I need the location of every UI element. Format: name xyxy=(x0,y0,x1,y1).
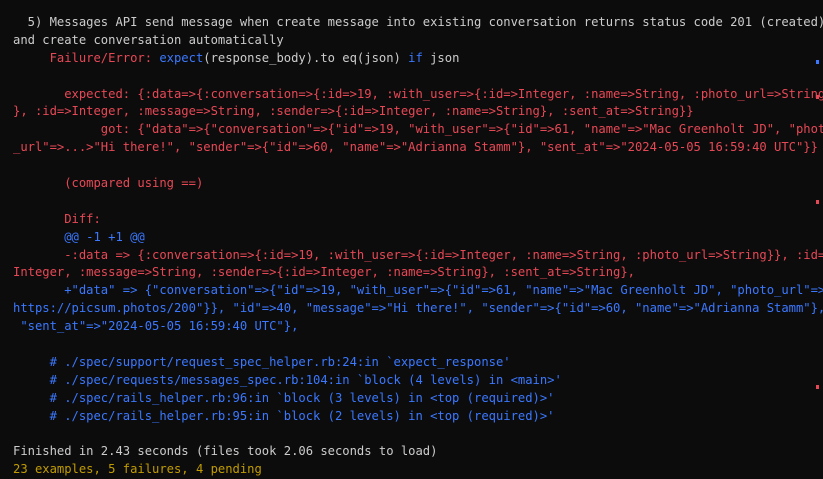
diff-added-line-1: +"data" => {"conversation"=>{"id"=>19, "… xyxy=(13,283,823,298)
backtrace-line-4: # ./spec/rails_helper.rb:95:in `block (2… xyxy=(13,408,555,423)
terminal-output: 5) Messages API send message when create… xyxy=(13,14,823,479)
expected-line-1: expected: {:data=>{:conversation=>{:id=>… xyxy=(13,86,823,101)
scroll-marker-4 xyxy=(816,385,819,389)
expect-keyword: expect xyxy=(159,50,204,65)
backtrace-line-2: # ./spec/requests/messages_spec.rb:104:i… xyxy=(13,372,562,387)
if-expression: json xyxy=(422,50,460,65)
scroll-marker-1 xyxy=(816,60,819,64)
expect-expression: (response_body).to eq(json) xyxy=(203,50,409,65)
failure-error-line: Failure/Error: expect(response_body).to … xyxy=(13,50,813,68)
finished-time-line: Finished in 2.43 seconds (files took 2.0… xyxy=(13,444,438,459)
scrollbar-markers[interactable] xyxy=(813,0,823,462)
diff-added-line-3: "sent_at"=>"2024-05-05 16:59:40 UTC"}, xyxy=(13,319,299,334)
failure-title-line-2: and create conversation automatically xyxy=(13,32,284,47)
diff-added-line-2: https://picsum.photos/200"}}, "id"=>40, … xyxy=(13,301,823,316)
failure-title-line-1: 5) Messages API send message when create… xyxy=(13,15,823,29)
diff-label: Diff: xyxy=(13,211,101,226)
summary-line: 23 examples, 5 failures, 4 pending xyxy=(13,462,262,477)
if-keyword: if xyxy=(408,50,423,65)
got-line-2: _url"=>...>"Hi there!", "sender"=>{"id"=… xyxy=(13,140,818,155)
diff-hunk-header: @@ -1 +1 @@ xyxy=(13,229,145,244)
got-line-1: got: {"data"=>{"conversation"=>{"id"=>19… xyxy=(13,122,823,137)
diff-removed-line-2: Integer, :message=>String, :sender=>{:id… xyxy=(13,265,635,280)
expected-line-2: }, :id=>Integer, :message=>String, :send… xyxy=(13,104,694,119)
diff-removed-line-1: -:data => {:conversation=>{:id=>19, :wit… xyxy=(13,247,823,262)
backtrace-line-3: # ./spec/rails_helper.rb:96:in `block (3… xyxy=(13,390,555,405)
backtrace-line-1: # ./spec/support/request_spec_helper.rb:… xyxy=(13,354,511,369)
scroll-marker-3 xyxy=(816,200,819,204)
compared-using-line: (compared using ==) xyxy=(13,176,204,191)
scroll-marker-2 xyxy=(816,95,819,99)
failure-error-label: Failure/Error: xyxy=(13,50,160,65)
